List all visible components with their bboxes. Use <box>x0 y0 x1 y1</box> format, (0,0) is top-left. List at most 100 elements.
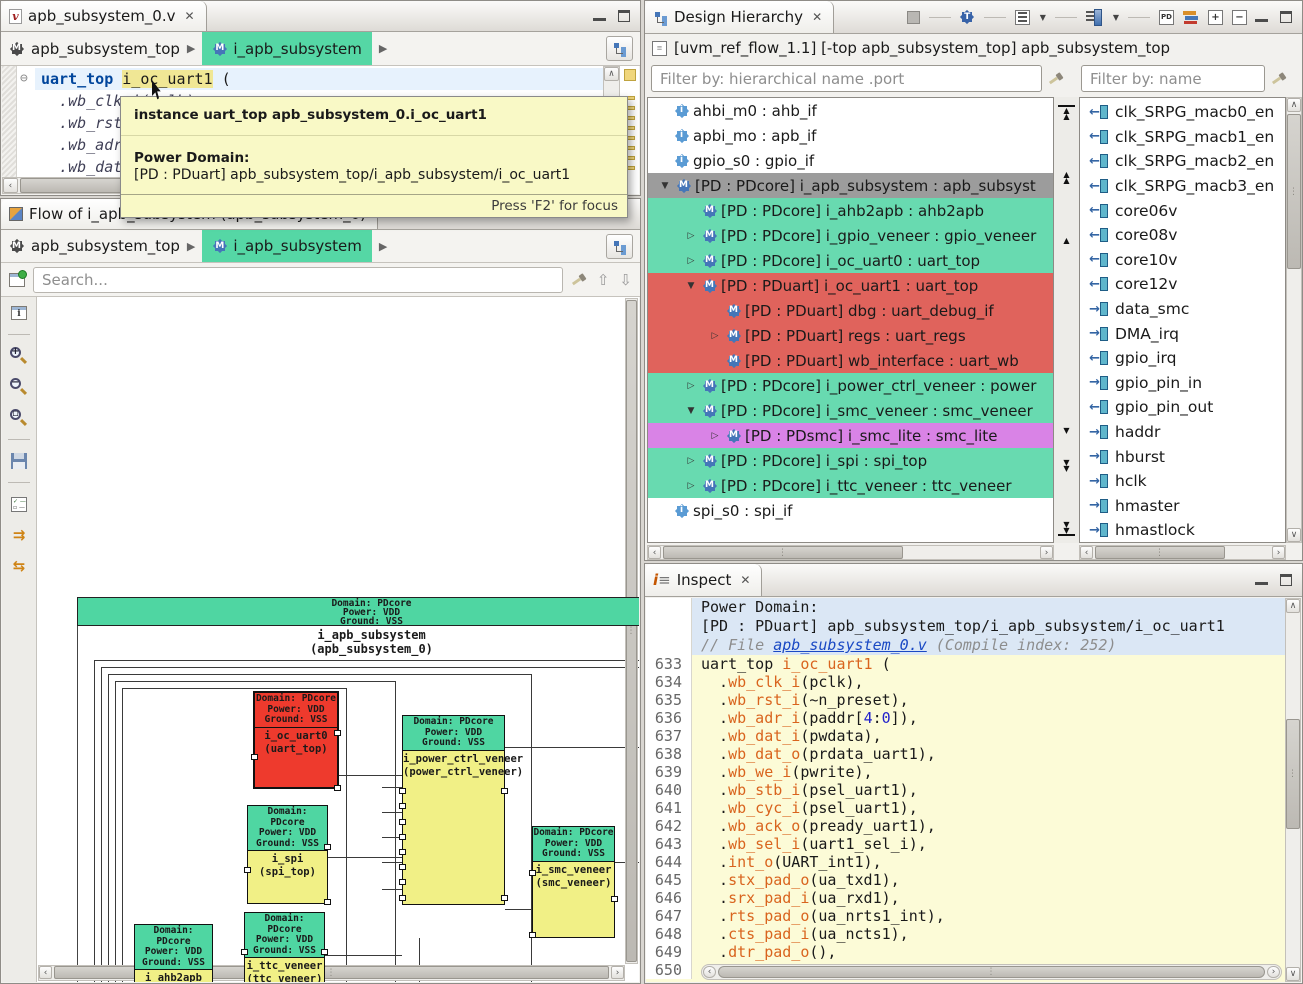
zoom-fit-icon[interactable]: ▫ <box>7 406 31 430</box>
inspect-code-line[interactable]: 643 .wb_sel_i(uart1_sel_i), <box>646 835 1285 853</box>
dropdown-chevron-icon[interactable]: ▼ <box>1040 13 1046 22</box>
inspect-hscrollbar[interactable]: ‹ › <box>701 964 1282 980</box>
hierarchy-tree[interactable]: iahbi_m0 : ahb_ifiapbi_mo : apb_ifigpio_… <box>647 97 1054 543</box>
tree-row[interactable]: ▷M[PD : PDsmc] i_smc_lite : smc_lite <box>648 423 1053 448</box>
clear-search-icon[interactable] <box>571 272 587 288</box>
signal-item[interactable]: ← clk_SRPG_macb3_en <box>1080 174 1285 199</box>
instance-block-i_smc_veneer[interactable]: Domain: PDcorePower: VDDGround: VSS i_sm… <box>532 826 615 938</box>
inspect-code-line[interactable]: 640 .wb_stb_i(psel_uart1), <box>646 781 1285 799</box>
scroll-up-button[interactable]: ∧ <box>604 67 619 81</box>
scroll-thumb[interactable] <box>1286 719 1300 829</box>
fold-minus-icon[interactable]: ⊖ <box>20 68 28 90</box>
scroll-right-button[interactable]: › <box>611 966 624 979</box>
tree-row[interactable]: ▼M[PD : PDcore] i_smc_veneer : smc_venee… <box>648 398 1053 423</box>
tree-row[interactable]: M[PD : PDcore] i_ahb2apb : ahb2apb <box>648 198 1053 223</box>
signal-item[interactable]: ← gpio_irq <box>1080 346 1285 371</box>
dropdown-chevron-icon[interactable]: ▼ <box>1113 13 1119 22</box>
scroll-right-button[interactable]: › <box>1272 546 1285 559</box>
collapsed-arrow-icon[interactable]: ▷ <box>684 381 698 391</box>
signal-item[interactable]: → hmastlock <box>1080 518 1285 543</box>
scroll-down-button[interactable]: ∨ <box>1286 967 1300 981</box>
tree-row[interactable]: ▷M[PD : PDcore] i_power_ctrl_veneer : po… <box>648 373 1053 398</box>
instance-block-i_oc_uart0[interactable]: Domain: PDcorePower: VDDGround: VSS i_oc… <box>253 691 339 789</box>
tree-row[interactable]: igpio_s0 : gpio_if <box>648 148 1053 173</box>
sort-columns-icon[interactable] <box>1086 9 1103 25</box>
page-down-button[interactable]: ▼▼ <box>1058 459 1075 472</box>
inspect-code-line[interactable]: 645 .stx_pad_o(ua_txd1), <box>646 871 1285 889</box>
inspect-code-line[interactable]: 636 .wb_adr_i(paddr[4:0]), <box>646 709 1285 727</box>
instance-block-i_ahb2apb[interactable]: Domain: PDcorePower: VDDGround: VSS i_ah… <box>134 924 213 982</box>
filter-hierarchical-input[interactable] <box>651 65 1042 92</box>
breadcrumb-root[interactable]: apb_subsystem_top <box>31 40 180 58</box>
pd-chip-icon[interactable]: PD <box>1159 10 1174 25</box>
scroll-up-button[interactable]: ∧ <box>1287 98 1301 112</box>
maximize-icon[interactable] <box>1280 574 1292 586</box>
signal-item[interactable]: → haddr <box>1080 420 1285 445</box>
breadcrumb-root[interactable]: apb_subsystem_top <box>31 237 180 255</box>
tree-hscrollbar[interactable]: ‹ › <box>647 545 1054 560</box>
clear-filter-icon[interactable] <box>1048 71 1064 87</box>
layers-icon[interactable] <box>1183 10 1199 25</box>
ports-vscrollbar[interactable]: ∧ ∨ <box>1286 97 1302 543</box>
scroll-last-button[interactable]: ▼▼ <box>1058 521 1075 536</box>
signal-item[interactable]: ← gpio_pin_out <box>1080 395 1285 420</box>
page-up-button[interactable]: ▲▲ <box>1058 171 1075 184</box>
collapsed-arrow-icon[interactable]: ▷ <box>684 231 698 241</box>
inspect-code-line[interactable]: 648 .cts_pad_i(ua_ncts1), <box>646 925 1285 943</box>
signal-item[interactable]: ← core08v <box>1080 223 1285 248</box>
scroll-thumb[interactable] <box>1287 114 1301 269</box>
inspect-code-line[interactable]: 642 .wb_ack_o(pready_uart1), <box>646 817 1285 835</box>
scroll-right-button[interactable]: › <box>1040 546 1053 559</box>
save-icon[interactable] <box>7 449 31 473</box>
scroll-thumb[interactable] <box>1095 546 1225 559</box>
flow-hscrollbar[interactable]: ‹ › <box>38 965 625 981</box>
filter-name-input[interactable] <box>1081 65 1265 92</box>
tree-row[interactable]: ▷M[PD : PDcore] i_oc_uart0 : uart_top <box>648 248 1053 273</box>
scroll-thumb[interactable] <box>718 966 1265 978</box>
scroll-down-button[interactable]: ∨ <box>1287 528 1301 542</box>
signal-item[interactable]: → DMA_irq <box>1080 321 1285 346</box>
inspect-code-line[interactable]: 638 .wb_dat_o(prdata_uart1), <box>646 745 1285 763</box>
scroll-left-button[interactable]: ‹ <box>39 966 52 979</box>
inspect-code-line[interactable]: 646 .srx_pad_i(ua_rxd1), <box>646 889 1285 907</box>
minimize-icon[interactable] <box>1255 12 1268 22</box>
signal-item[interactable]: ← core12v <box>1080 272 1285 297</box>
scroll-up-button[interactable]: ∧ <box>1286 599 1300 613</box>
breadcrumb-current[interactable]: M i_apb_subsystem <box>202 230 371 262</box>
minimize-icon[interactable] <box>593 11 606 21</box>
ports-hscrollbar[interactable]: ‹ › <box>1079 545 1286 560</box>
tree-row[interactable]: ▷M[PD : PDuart] regs : uart_regs <box>648 323 1053 348</box>
search-input[interactable] <box>33 267 563 293</box>
collapsed-arrow-icon[interactable]: ▷ <box>684 456 698 466</box>
scroll-left-button[interactable]: ‹ <box>1080 546 1093 559</box>
collapsed-arrow-icon[interactable]: ▷ <box>708 331 722 341</box>
expanded-arrow-icon[interactable]: ▼ <box>684 406 698 416</box>
tree-row[interactable]: ▷M[PD : PDcore] i_gpio_veneer : gpio_ven… <box>648 223 1053 248</box>
prev-match-icon[interactable]: ⇧ <box>597 271 610 289</box>
breadcrumb-current[interactable]: M i_apb_subsystem <box>202 32 371 65</box>
signal-item[interactable]: ← clk_SRPG_macb1_en <box>1080 125 1285 150</box>
hierarchy-view-button[interactable] <box>606 36 633 61</box>
scroll-left-button[interactable]: ‹ <box>3 178 18 193</box>
tree-row[interactable]: iahbi_m0 : ahb_if <box>648 98 1053 123</box>
signal-item[interactable]: → hburst <box>1080 444 1285 469</box>
collapse-all-icon[interactable]: − <box>1232 10 1247 25</box>
tree-row[interactable]: ▼M[PD : PDcore] i_apb_subsystem : apb_su… <box>648 173 1053 198</box>
preferences-icon[interactable] <box>7 492 31 516</box>
maximize-icon[interactable] <box>1280 11 1292 23</box>
close-icon[interactable]: ✕ <box>812 10 822 24</box>
pin-view-icon[interactable] <box>9 273 25 287</box>
tab-design-hierarchy[interactable]: Design Hierarchy ✕ <box>645 1 834 33</box>
inspect-code-line[interactable]: 641 .wb_cyc_i(psel_uart1), <box>646 799 1285 817</box>
expanded-arrow-icon[interactable]: ▼ <box>684 281 698 291</box>
tree-row[interactable]: ▷M[PD : PDcore] i_ttc_veneer : ttc_venee… <box>648 473 1053 498</box>
instance-block-i_ttc_veneer[interactable]: Domain: PDcorePower: VDDGround: VSS i_tt… <box>244 912 325 982</box>
instance-block-i_power_ctrl_veneer[interactable]: Domain: PDcorePower: VDDGround: VSS i_po… <box>402 715 505 905</box>
file-link[interactable]: apb_subsystem_0.v <box>773 636 927 654</box>
expanded-arrow-icon[interactable]: ▼ <box>658 181 672 191</box>
trace-signals-icon[interactable]: ⇉ <box>7 523 31 547</box>
collapsed-arrow-icon[interactable]: ▷ <box>684 256 698 266</box>
info-view-icon[interactable] <box>7 301 31 325</box>
inspect-code-line[interactable]: 635 .wb_rst_i(~n_preset), <box>646 691 1285 709</box>
inspect-vscrollbar[interactable]: ∧ ∨ <box>1285 598 1301 982</box>
